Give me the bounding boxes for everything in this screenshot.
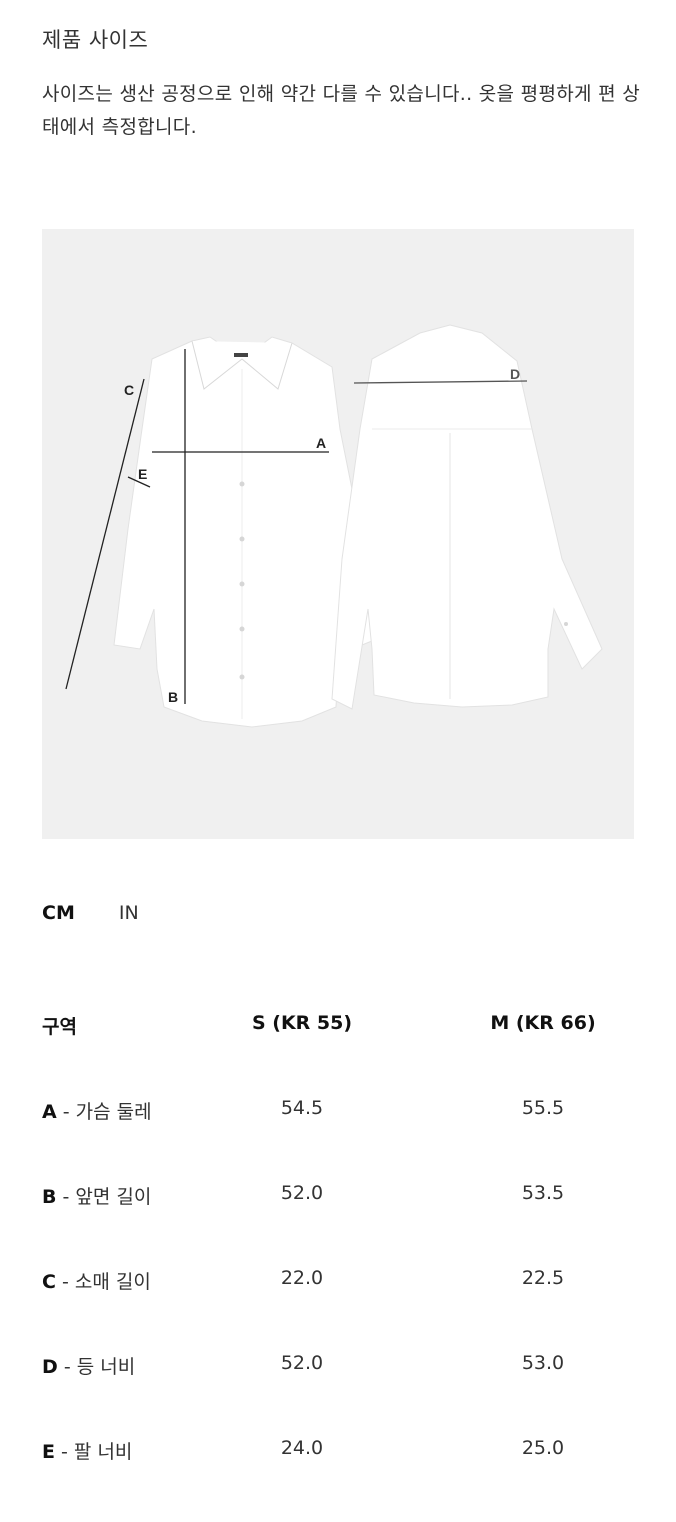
measure-label-a: A (316, 435, 326, 451)
row-code: D (42, 1356, 58, 1378)
value-s: 52.0 (280, 1182, 324, 1204)
row-label: B - 앞면 길이 (42, 1182, 151, 1209)
value-m: 25.0 (521, 1437, 565, 1459)
row-name: 앞면 길이 (75, 1186, 152, 1208)
table-row: C - 소매 길이 22.0 22.5 (42, 1267, 642, 1352)
header-area: 구역 (42, 1016, 77, 1038)
row-label: D - 등 너비 (42, 1352, 135, 1379)
row-code: B (42, 1186, 57, 1208)
size-description: 사이즈는 생산 공정으로 인해 약간 다를 수 있습니다.. 옷을 평평하게 편… (42, 83, 641, 138)
row-name: 가슴 둘레 (75, 1101, 152, 1123)
row-name: 팔 너비 (73, 1441, 133, 1463)
size-table-header: 구역 S (KR 55) M (KR 66) (42, 1012, 642, 1097)
table-row: A - 가슴 둘레 54.5 55.5 (42, 1097, 642, 1182)
row-code: A (42, 1101, 57, 1123)
value-s: 54.5 (280, 1097, 324, 1119)
row-label: C - 소매 길이 (42, 1267, 151, 1294)
row-name: 소매 길이 (74, 1271, 151, 1293)
row-sep: - (56, 1101, 76, 1123)
row-sep: - (54, 1441, 74, 1463)
value-s: 52.0 (280, 1352, 324, 1374)
measure-label-e: E (138, 466, 147, 482)
header-size-s: S (KR 55) (251, 1012, 353, 1034)
measure-label-d: D (510, 366, 520, 382)
row-label: E - 팔 너비 (42, 1437, 132, 1464)
table-row: B - 앞면 길이 52.0 53.5 (42, 1182, 642, 1267)
value-m: 22.5 (521, 1267, 565, 1289)
value-m: 53.0 (521, 1352, 565, 1374)
row-label: A - 가슴 둘레 (42, 1097, 152, 1124)
size-guide-illustration: A B C D E (42, 229, 634, 839)
row-sep: - (55, 1271, 75, 1293)
unit-cm-tab[interactable]: CM (42, 902, 75, 924)
unit-toggle: CM IN (42, 902, 177, 924)
value-s: 24.0 (280, 1437, 324, 1459)
value-m: 53.5 (521, 1182, 565, 1204)
measure-label-c: C (124, 382, 134, 398)
value-m: 55.5 (521, 1097, 565, 1119)
row-code: E (42, 1441, 55, 1463)
row-name: 등 너비 (76, 1356, 136, 1378)
page-title: 제품 사이즈 (42, 28, 149, 52)
table-row: E - 팔 너비 24.0 25.0 (42, 1437, 642, 1522)
unit-in-tab[interactable]: IN (119, 902, 139, 924)
row-sep: - (56, 1186, 76, 1208)
row-code: C (42, 1271, 56, 1293)
value-s: 22.0 (280, 1267, 324, 1289)
table-row: D - 등 너비 52.0 53.0 (42, 1352, 642, 1437)
header-size-m: M (KR 66) (490, 1012, 596, 1034)
measure-label-b: B (168, 689, 178, 705)
size-table: 구역 S (KR 55) M (KR 66) A - 가슴 둘레 54.5 55… (42, 1012, 642, 1522)
shirt-measurement-diagram: A B C D E (65, 324, 603, 728)
row-sep: - (57, 1356, 77, 1378)
